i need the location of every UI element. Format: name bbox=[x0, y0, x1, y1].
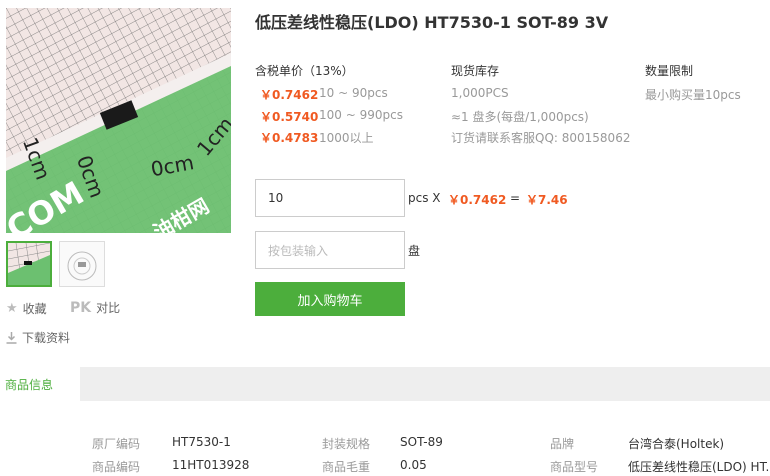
stock-reels: ≈1 盘多(每盘/1,000pcs) bbox=[451, 110, 589, 124]
spec-value: 台湾合泰(Holtek) bbox=[628, 437, 725, 451]
tier-range: 1000以上 bbox=[319, 131, 374, 145]
stock-quantity: 1,000PCS bbox=[451, 86, 509, 100]
equals-sign: = bbox=[510, 191, 521, 205]
spec-label: 商品毛重 bbox=[322, 460, 371, 474]
tier-range: 100 ~ 990pcs bbox=[319, 108, 403, 122]
reel-input[interactable]: 按包装输入 bbox=[255, 231, 405, 269]
spec-value: 低压差线性稳压(LDO) HT... bbox=[628, 460, 770, 474]
product-title: 低压差线性稳压(LDO) HT7530-1 SOT-89 3V bbox=[255, 13, 609, 32]
spec-label: 原厂编码 bbox=[92, 437, 141, 451]
quantity-input[interactable]: 10 bbox=[255, 179, 405, 217]
download-label: 下载资料 bbox=[22, 331, 71, 345]
spec-label: 商品编码 bbox=[92, 460, 141, 474]
spec-value: 11HT013928 bbox=[172, 458, 250, 472]
add-to-cart-button[interactable]: 加入购物车 bbox=[255, 282, 405, 316]
tier-price: ￥0.4783 bbox=[260, 131, 319, 145]
product-image: 1cm 0cm 0cm 1cm COM 油柑网 bbox=[6, 8, 231, 233]
price-header: 含税单价（13%） bbox=[255, 64, 354, 78]
qty-unit: pcs X bbox=[408, 191, 441, 205]
tab-bar bbox=[0, 367, 770, 401]
spec-value: SOT-89 bbox=[400, 435, 443, 449]
reel-unit: 盘 bbox=[408, 244, 421, 258]
spec-label: 封装规格 bbox=[322, 437, 371, 451]
tab-product-info[interactable]: 商品信息 bbox=[0, 367, 80, 401]
stock-contact: 订货请联系客服QQ: 800158062 bbox=[451, 131, 631, 145]
favorite-label: 收藏 bbox=[22, 302, 47, 316]
download-docs-link[interactable]: 下载资料 bbox=[6, 329, 70, 346]
tier-price: ￥0.7462 bbox=[260, 88, 319, 102]
limit-min: 最小购买量10pcs bbox=[645, 88, 741, 102]
spec-label: 商品型号 bbox=[550, 460, 599, 474]
star-icon: ★ bbox=[6, 301, 18, 316]
download-icon bbox=[6, 331, 17, 344]
spec-label: 品牌 bbox=[550, 437, 575, 451]
compare-button[interactable]: PK 对比 bbox=[70, 299, 120, 316]
thumbnail-1[interactable] bbox=[6, 241, 52, 287]
spec-value: HT7530-1 bbox=[172, 435, 231, 449]
tier-range: 10 ~ 90pcs bbox=[319, 86, 388, 100]
limit-header: 数量限制 bbox=[645, 64, 694, 78]
compare-label: 对比 bbox=[96, 301, 121, 315]
stock-header: 现货库存 bbox=[451, 64, 500, 78]
spec-value: 0.05 bbox=[400, 458, 427, 472]
favorite-button[interactable]: ★ 收藏 bbox=[6, 300, 47, 317]
thumbnail-2[interactable] bbox=[59, 241, 105, 287]
pk-icon: PK bbox=[70, 299, 92, 316]
unit-price: ￥0.7462 bbox=[448, 193, 507, 207]
tier-price: ￥0.5740 bbox=[260, 110, 319, 124]
total-price: ￥7.46 bbox=[526, 193, 568, 207]
